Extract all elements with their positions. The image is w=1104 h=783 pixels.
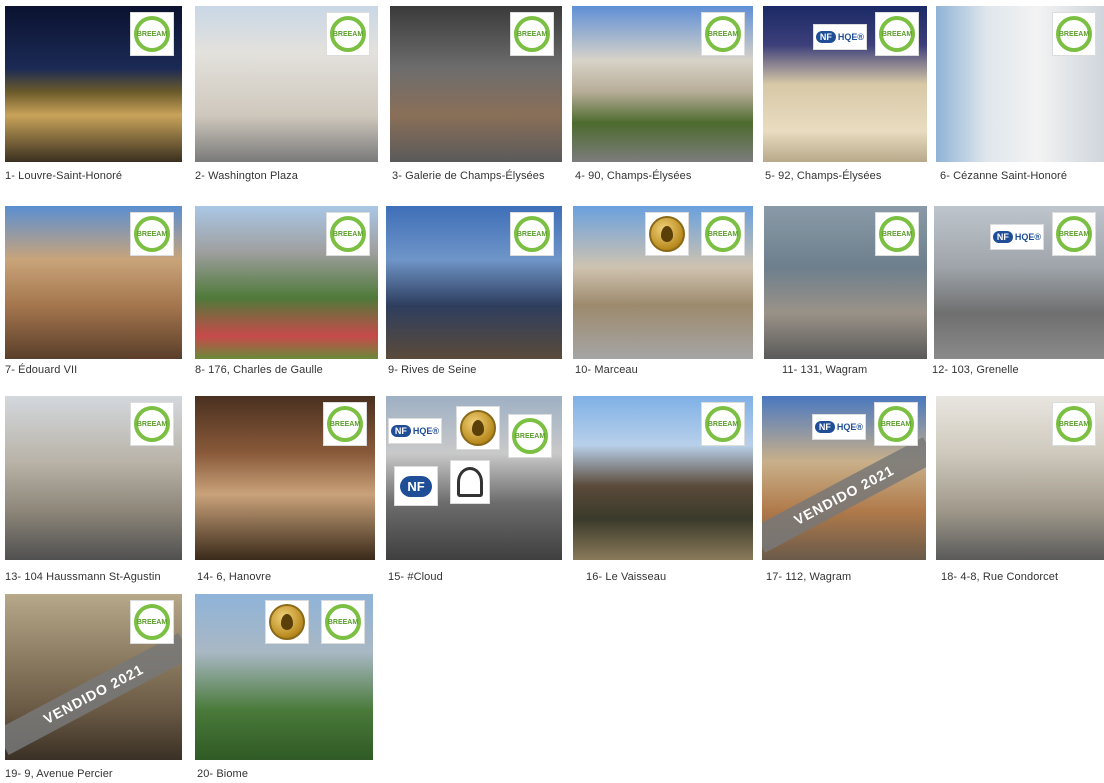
well-badge bbox=[450, 460, 490, 504]
nf-logo-label: NF bbox=[400, 475, 432, 497]
breeam-badge: BREEAM bbox=[326, 212, 370, 256]
breeam-logo-icon: BREEAM bbox=[330, 216, 366, 252]
nf-logo-label: NF bbox=[815, 31, 836, 43]
breeam-badge: BREEAM bbox=[130, 402, 174, 446]
nf-hqe-badge: NF HQE® bbox=[388, 418, 442, 444]
leed-badge bbox=[456, 406, 500, 450]
breeam-badge: BREEAM bbox=[701, 12, 745, 56]
property-caption[interactable]: 11- 131, Wagram bbox=[782, 364, 867, 376]
nf-logo-label: NF bbox=[814, 421, 835, 433]
breeam-logo-icon: BREEAM bbox=[134, 216, 170, 252]
nf-hqe-badge: NF HQE® bbox=[813, 24, 867, 50]
nf-badge: NF bbox=[394, 466, 438, 506]
breeam-logo-icon: BREEAM bbox=[514, 16, 550, 52]
breeam-logo-icon: BREEAM bbox=[325, 604, 361, 640]
leed-badge bbox=[265, 600, 309, 644]
property-caption[interactable]: 9- Rives de Seine bbox=[388, 364, 477, 376]
breeam-badge: BREEAM bbox=[875, 12, 919, 56]
nf-logo-label: NF bbox=[992, 231, 1013, 243]
breeam-badge: BREEAM bbox=[321, 600, 365, 644]
property-caption[interactable]: 20- Biome bbox=[197, 768, 248, 780]
breeam-logo-icon: BREEAM bbox=[705, 16, 741, 52]
breeam-logo-icon: BREEAM bbox=[134, 16, 170, 52]
breeam-badge: BREEAM bbox=[701, 212, 745, 256]
breeam-logo-icon: BREEAM bbox=[1056, 216, 1092, 252]
leed-badge bbox=[645, 212, 689, 256]
property-caption[interactable]: 4- 90, Champs-Élysées bbox=[575, 170, 691, 182]
property-caption[interactable]: 17- 112, Wagram bbox=[766, 571, 851, 583]
sold-ribbon: VENDIDO 2021 bbox=[5, 633, 182, 756]
breeam-logo-icon: BREEAM bbox=[330, 16, 366, 52]
breeam-logo-icon: BREEAM bbox=[134, 406, 170, 442]
breeam-logo-icon: BREEAM bbox=[514, 216, 550, 252]
property-caption[interactable]: 14- 6, Hanovre bbox=[197, 571, 271, 583]
property-caption[interactable]: 18- 4-8, Rue Condorcet bbox=[941, 571, 1058, 583]
breeam-badge: BREEAM bbox=[130, 212, 174, 256]
breeam-badge: BREEAM bbox=[508, 414, 552, 458]
breeam-badge: BREEAM bbox=[323, 402, 367, 446]
breeam-logo-icon: BREEAM bbox=[879, 216, 915, 252]
breeam-logo-icon: BREEAM bbox=[1056, 16, 1092, 52]
property-caption[interactable]: 12- 103, Grenelle bbox=[932, 364, 1019, 376]
hqe-logo-label: HQE® bbox=[412, 426, 440, 436]
breeam-badge: BREEAM bbox=[701, 402, 745, 446]
breeam-logo-icon: BREEAM bbox=[705, 406, 741, 442]
breeam-logo-icon: BREEAM bbox=[878, 406, 914, 442]
breeam-badge: BREEAM bbox=[510, 12, 554, 56]
property-caption[interactable]: 3- Galerie de Champs-Élysées bbox=[392, 170, 545, 182]
breeam-logo-icon: BREEAM bbox=[327, 406, 363, 442]
breeam-logo-icon: BREEAM bbox=[1056, 406, 1092, 442]
breeam-badge: BREEAM bbox=[1052, 12, 1096, 56]
leed-seal-icon bbox=[649, 216, 685, 252]
hqe-logo-label: HQE® bbox=[836, 422, 864, 432]
property-caption[interactable]: 15- #Cloud bbox=[388, 571, 443, 583]
leed-seal-icon bbox=[460, 410, 496, 446]
breeam-logo-icon: BREEAM bbox=[512, 418, 548, 454]
property-caption[interactable]: 2- Washington Plaza bbox=[195, 170, 298, 182]
breeam-badge: BREEAM bbox=[510, 212, 554, 256]
property-caption[interactable]: 6- Cézanne Saint-Honoré bbox=[940, 170, 1067, 182]
property-caption[interactable]: 13- 104 Haussmann St-Agustin bbox=[5, 571, 161, 583]
sold-ribbon: VENDIDO 2021 bbox=[762, 437, 926, 554]
nf-hqe-badge: NF HQE® bbox=[990, 224, 1044, 250]
breeam-badge: BREEAM bbox=[130, 12, 174, 56]
hqe-logo-label: HQE® bbox=[837, 32, 865, 42]
nf-hqe-badge: NF HQE® bbox=[812, 414, 866, 440]
property-caption[interactable]: 16- Le Vaisseau bbox=[586, 571, 666, 583]
property-caption[interactable]: 8- 176, Charles de Gaulle bbox=[195, 364, 323, 376]
property-caption[interactable]: 7- Édouard VII bbox=[5, 364, 77, 376]
property-caption[interactable]: 1- Louvre-Saint-Honoré bbox=[5, 170, 122, 182]
breeam-logo-icon: BREEAM bbox=[134, 604, 170, 640]
breeam-logo-icon: BREEAM bbox=[879, 16, 915, 52]
breeam-badge: BREEAM bbox=[1052, 402, 1096, 446]
breeam-badge: BREEAM bbox=[874, 402, 918, 446]
nf-logo-label: NF bbox=[390, 425, 411, 437]
breeam-badge: BREEAM bbox=[326, 12, 370, 56]
property-caption[interactable]: 10- Marceau bbox=[575, 364, 638, 376]
breeam-badge: BREEAM bbox=[1052, 212, 1096, 256]
property-caption[interactable]: 19- 9, Avenue Percier bbox=[5, 768, 113, 780]
breeam-badge: BREEAM bbox=[875, 212, 919, 256]
hqe-logo-label: HQE® bbox=[1014, 232, 1042, 242]
well-logo-icon bbox=[457, 467, 483, 497]
leed-seal-icon bbox=[269, 604, 305, 640]
breeam-logo-icon: BREEAM bbox=[705, 216, 741, 252]
breeam-badge: BREEAM bbox=[130, 600, 174, 644]
property-caption[interactable]: 5- 92, Champs-Élysées bbox=[765, 170, 881, 182]
